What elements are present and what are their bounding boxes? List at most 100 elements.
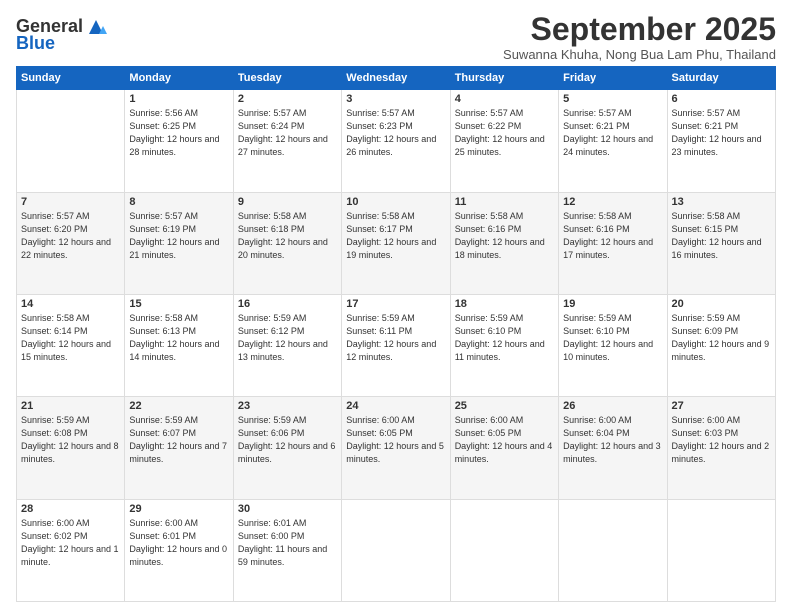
page: General Blue September 2025 Suwanna Khuh… — [0, 0, 792, 612]
day-info: Sunrise: 5:57 AMSunset: 6:22 PMDaylight:… — [455, 107, 554, 159]
day-number: 7 — [21, 196, 120, 208]
day-info: Sunrise: 6:00 AMSunset: 6:05 PMDaylight:… — [346, 414, 445, 466]
day-info: Sunrise: 5:57 AMSunset: 6:23 PMDaylight:… — [346, 107, 445, 159]
day-info: Sunrise: 5:57 AMSunset: 6:20 PMDaylight:… — [21, 210, 120, 262]
day-number: 24 — [346, 400, 445, 412]
day-info: Sunrise: 5:57 AMSunset: 6:21 PMDaylight:… — [672, 107, 771, 159]
calendar-cell: 24 Sunrise: 6:00 AMSunset: 6:05 PMDayligh… — [342, 397, 450, 499]
day-info: Sunrise: 5:58 AMSunset: 6:17 PMDaylight:… — [346, 210, 445, 262]
day-number: 13 — [672, 196, 771, 208]
calendar-cell: 8 Sunrise: 5:57 AMSunset: 6:19 PMDaylight… — [125, 192, 233, 294]
calendar-cell: 3 Sunrise: 5:57 AMSunset: 6:23 PMDaylight… — [342, 90, 450, 192]
calendar-week-row: 14 Sunrise: 5:58 AMSunset: 6:14 PMDayligh… — [17, 294, 776, 396]
weekday-header: Saturday — [667, 67, 775, 90]
day-info: Sunrise: 5:59 AMSunset: 6:07 PMDaylight:… — [129, 414, 228, 466]
day-info: Sunrise: 6:00 AMSunset: 6:04 PMDaylight:… — [563, 414, 662, 466]
calendar-cell — [667, 499, 775, 601]
day-info: Sunrise: 5:59 AMSunset: 6:10 PMDaylight:… — [563, 312, 662, 364]
day-number: 15 — [129, 298, 228, 310]
day-number: 3 — [346, 93, 445, 105]
calendar-cell — [17, 90, 125, 192]
calendar-cell: 21 Sunrise: 5:59 AMSunset: 6:08 PMDayligh… — [17, 397, 125, 499]
calendar-cell: 4 Sunrise: 5:57 AMSunset: 6:22 PMDaylight… — [450, 90, 558, 192]
title-block: September 2025 Suwanna Khuha, Nong Bua L… — [503, 12, 776, 62]
calendar-cell: 22 Sunrise: 5:59 AMSunset: 6:07 PMDayligh… — [125, 397, 233, 499]
calendar-cell: 27 Sunrise: 6:00 AMSunset: 6:03 PMDayligh… — [667, 397, 775, 499]
day-number: 9 — [238, 196, 337, 208]
calendar-cell: 25 Sunrise: 6:00 AMSunset: 6:05 PMDayligh… — [450, 397, 558, 499]
weekday-header: Monday — [125, 67, 233, 90]
calendar-cell: 1 Sunrise: 5:56 AMSunset: 6:25 PMDaylight… — [125, 90, 233, 192]
weekday-header: Tuesday — [233, 67, 341, 90]
calendar-cell: 19Sunrise: 5:59 AMSunset: 6:10 PMDayligh… — [559, 294, 667, 396]
calendar-table: SundayMondayTuesdayWednesdayThursdayFrid… — [16, 66, 776, 602]
day-info: Sunrise: 5:58 AMSunset: 6:16 PMDaylight:… — [563, 210, 662, 262]
day-number: 30 — [238, 503, 337, 515]
day-info: Sunrise: 6:00 AMSunset: 6:01 PMDaylight:… — [129, 517, 228, 569]
calendar-cell: 11Sunrise: 5:58 AMSunset: 6:16 PMDayligh… — [450, 192, 558, 294]
weekday-header: Sunday — [17, 67, 125, 90]
day-info: Sunrise: 6:00 AMSunset: 6:05 PMDaylight:… — [455, 414, 554, 466]
day-number: 29 — [129, 503, 228, 515]
day-number: 21 — [21, 400, 120, 412]
calendar-cell — [559, 499, 667, 601]
logo-icon — [85, 16, 107, 38]
calendar-cell: 23 Sunrise: 5:59 AMSunset: 6:06 PMDayligh… — [233, 397, 341, 499]
day-number: 1 — [129, 93, 228, 105]
day-info: Sunrise: 6:01 AMSunset: 6:00 PMDaylight:… — [238, 517, 337, 569]
day-number: 17 — [346, 298, 445, 310]
day-number: 12 — [563, 196, 662, 208]
calendar-cell: 28 Sunrise: 6:00 AMSunset: 6:02 PMDayligh… — [17, 499, 125, 601]
day-info: Sunrise: 5:59 AMSunset: 6:08 PMDaylight:… — [21, 414, 120, 466]
header: General Blue September 2025 Suwanna Khuh… — [16, 12, 776, 62]
day-number: 8 — [129, 196, 228, 208]
month-title: September 2025 — [503, 12, 776, 47]
day-number: 16 — [238, 298, 337, 310]
day-number: 10 — [346, 196, 445, 208]
day-number: 4 — [455, 93, 554, 105]
calendar-cell: 10 Sunrise: 5:58 AMSunset: 6:17 PMDayligh… — [342, 192, 450, 294]
day-info: Sunrise: 5:59 AMSunset: 6:12 PMDaylight:… — [238, 312, 337, 364]
calendar-cell: 13Sunrise: 5:58 AMSunset: 6:15 PMDayligh… — [667, 192, 775, 294]
calendar-cell: 18Sunrise: 5:59 AMSunset: 6:10 PMDayligh… — [450, 294, 558, 396]
day-info: Sunrise: 5:58 AMSunset: 6:16 PMDaylight:… — [455, 210, 554, 262]
day-number: 23 — [238, 400, 337, 412]
weekday-header: Wednesday — [342, 67, 450, 90]
day-info: Sunrise: 5:59 AMSunset: 6:06 PMDaylight:… — [238, 414, 337, 466]
day-info: Sunrise: 5:58 AMSunset: 6:18 PMDaylight:… — [238, 210, 337, 262]
day-number: 18 — [455, 298, 554, 310]
calendar-cell: 2Sunrise: 5:57 AMSunset: 6:24 PMDaylight… — [233, 90, 341, 192]
weekday-header: Thursday — [450, 67, 558, 90]
day-number: 27 — [672, 400, 771, 412]
day-number: 14 — [21, 298, 120, 310]
calendar-cell: 26 Sunrise: 6:00 AMSunset: 6:04 PMDayligh… — [559, 397, 667, 499]
calendar-week-row: 7 Sunrise: 5:57 AMSunset: 6:20 PMDaylight… — [17, 192, 776, 294]
calendar-header-row: SundayMondayTuesdayWednesdayThursdayFrid… — [17, 67, 776, 90]
day-number: 28 — [21, 503, 120, 515]
calendar-cell: 7 Sunrise: 5:57 AMSunset: 6:20 PMDaylight… — [17, 192, 125, 294]
day-info: Sunrise: 6:00 AMSunset: 6:02 PMDaylight:… — [21, 517, 120, 569]
day-info: Sunrise: 5:57 AMSunset: 6:21 PMDaylight:… — [563, 107, 662, 159]
day-info: Sunrise: 5:56 AMSunset: 6:25 PMDaylight:… — [129, 107, 228, 159]
subtitle: Suwanna Khuha, Nong Bua Lam Phu, Thailan… — [503, 47, 776, 62]
weekday-header: Friday — [559, 67, 667, 90]
calendar-cell: 29 Sunrise: 6:00 AMSunset: 6:01 PMDayligh… — [125, 499, 233, 601]
day-info: Sunrise: 5:58 AMSunset: 6:13 PMDaylight:… — [129, 312, 228, 364]
day-info: Sunrise: 5:58 AMSunset: 6:14 PMDaylight:… — [21, 312, 120, 364]
calendar-cell — [450, 499, 558, 601]
day-number: 22 — [129, 400, 228, 412]
day-info: Sunrise: 5:59 AMSunset: 6:09 PMDaylight:… — [672, 312, 771, 364]
calendar-week-row: 1 Sunrise: 5:56 AMSunset: 6:25 PMDaylight… — [17, 90, 776, 192]
calendar-week-row: 21 Sunrise: 5:59 AMSunset: 6:08 PMDayligh… — [17, 397, 776, 499]
day-info: Sunrise: 5:57 AMSunset: 6:19 PMDaylight:… — [129, 210, 228, 262]
calendar-cell: 5 Sunrise: 5:57 AMSunset: 6:21 PMDaylight… — [559, 90, 667, 192]
day-number: 5 — [563, 93, 662, 105]
day-number: 26 — [563, 400, 662, 412]
day-number: 25 — [455, 400, 554, 412]
day-number: 20 — [672, 298, 771, 310]
calendar-week-row: 28 Sunrise: 6:00 AMSunset: 6:02 PMDayligh… — [17, 499, 776, 601]
calendar-cell: 9 Sunrise: 5:58 AMSunset: 6:18 PMDaylight… — [233, 192, 341, 294]
day-number: 2 — [238, 93, 337, 105]
day-info: Sunrise: 6:00 AMSunset: 6:03 PMDaylight:… — [672, 414, 771, 466]
day-info: Sunrise: 5:59 AMSunset: 6:11 PMDaylight:… — [346, 312, 445, 364]
